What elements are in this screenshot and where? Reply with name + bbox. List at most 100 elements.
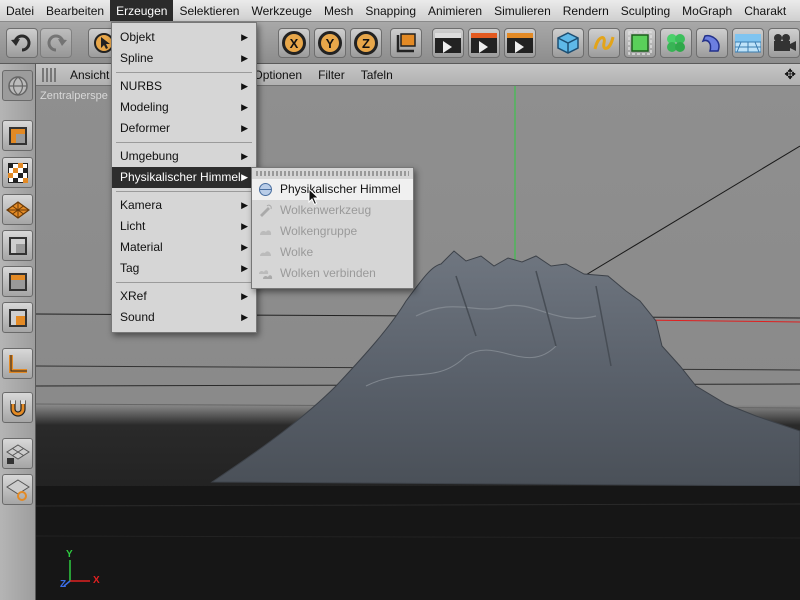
menu-selektieren[interactable]: Selektieren bbox=[173, 0, 245, 21]
menu-separator bbox=[116, 72, 252, 73]
menu-item-tag[interactable]: Tag ▶ bbox=[112, 258, 256, 279]
gizmo-y-label: Y bbox=[66, 549, 73, 560]
make-editable-button[interactable] bbox=[2, 70, 33, 101]
workplane-grid-icon bbox=[5, 200, 30, 219]
menu-werkzeuge[interactable]: Werkzeuge bbox=[245, 0, 317, 21]
menu-item-sound[interactable]: Sound ▶ bbox=[112, 307, 256, 328]
menu-item-modeling[interactable]: Modeling ▶ bbox=[112, 97, 256, 118]
coordinate-system-icon bbox=[396, 33, 416, 53]
submenu-arrow-icon: ▶ bbox=[241, 32, 248, 42]
cloud-tool-icon bbox=[260, 204, 272, 217]
workplane-mode-button[interactable] bbox=[2, 194, 33, 225]
menu-item-licht[interactable]: Licht ▶ bbox=[112, 216, 256, 237]
menu-erzeugen[interactable]: Erzeugen bbox=[110, 0, 174, 21]
submenu-item-wolkenwerkzeug[interactable]: Wolkenwerkzeug bbox=[252, 200, 413, 221]
y-axis-lock-button[interactable]: Y bbox=[314, 28, 346, 58]
menu-item-physikalischer-himmel[interactable]: Physikalischer Himmel ▶ bbox=[112, 167, 256, 188]
x-axis-icon: X bbox=[282, 31, 306, 55]
polygon-cube-icon bbox=[8, 308, 27, 327]
menu-item-material[interactable]: Material ▶ bbox=[112, 237, 256, 258]
menu-item-nurbs[interactable]: NURBS ▶ bbox=[112, 76, 256, 97]
axis-gizmo: Y X Z bbox=[60, 548, 110, 590]
snap-button[interactable] bbox=[2, 392, 33, 423]
menu-item-spline[interactable]: Spline ▶ bbox=[112, 48, 256, 69]
menu-item-umgebung[interactable]: Umgebung ▶ bbox=[112, 146, 256, 167]
submenu-arrow-icon: ▶ bbox=[241, 102, 248, 112]
view-menu-filter[interactable]: Filter bbox=[310, 68, 353, 82]
polygon-mode-button[interactable] bbox=[2, 302, 33, 333]
menu-item-objekt[interactable]: Objekt ▶ bbox=[112, 27, 256, 48]
subdivision-cube-icon bbox=[628, 31, 652, 55]
submenu-arrow-icon: ▶ bbox=[241, 151, 248, 161]
move-view-icon[interactable]: ✥ bbox=[784, 66, 796, 83]
floor-object-button[interactable] bbox=[732, 28, 764, 58]
submenu-item-wolken-verbinden[interactable]: Wolken verbinden bbox=[252, 263, 413, 284]
magnet-icon bbox=[9, 399, 26, 417]
clapper-icon bbox=[435, 33, 461, 53]
menu-item-xref[interactable]: XRef ▶ bbox=[112, 286, 256, 307]
redo-icon bbox=[47, 34, 67, 52]
nurbs-object-button[interactable] bbox=[624, 28, 656, 58]
menu-charakter[interactable]: Charakt bbox=[738, 0, 792, 21]
submenu-item-wolkengruppe[interactable]: Wolkengruppe bbox=[252, 221, 413, 242]
submenu-item-physikalischer-himmel[interactable]: Physikalischer Himmel bbox=[252, 179, 413, 200]
view-menu-tafeln[interactable]: Tafeln bbox=[353, 68, 401, 82]
view-menu-ansicht[interactable]: Ansicht bbox=[62, 68, 117, 82]
menu-rendern[interactable]: Rendern bbox=[557, 0, 615, 21]
submenu-arrow-icon: ▶ bbox=[241, 81, 248, 91]
workplane-rotate-button[interactable] bbox=[2, 474, 33, 505]
menu-mograph[interactable]: MoGraph bbox=[676, 0, 738, 21]
axis-mode-button[interactable] bbox=[2, 348, 33, 379]
x-axis-line bbox=[635, 319, 800, 323]
submenu-arrow-icon: ▶ bbox=[241, 200, 248, 210]
ground-plane bbox=[36, 486, 800, 600]
camera-object-button[interactable] bbox=[768, 28, 800, 58]
spline-object-button[interactable] bbox=[588, 28, 620, 58]
rotating-grid-icon bbox=[5, 478, 30, 501]
cloud-icon bbox=[260, 251, 271, 256]
texture-mode-button[interactable] bbox=[2, 157, 33, 188]
z-axis-lock-button[interactable]: Z bbox=[350, 28, 382, 58]
menu-datei[interactable]: Datei bbox=[0, 0, 40, 21]
render-view-button[interactable] bbox=[432, 28, 464, 58]
menu-bearbeiten[interactable]: Bearbeiten bbox=[40, 0, 110, 21]
erzeugen-dropdown: Objekt ▶ Spline ▶ NURBS ▶ Modeling ▶ Deforme… bbox=[111, 22, 257, 333]
lock-workplane-button[interactable] bbox=[2, 438, 33, 469]
undo-icon bbox=[11, 34, 31, 52]
mograph-cloner-button[interactable] bbox=[660, 28, 692, 58]
undo-button[interactable] bbox=[6, 28, 38, 58]
menu-item-deformer[interactable]: Deformer ▶ bbox=[112, 118, 256, 139]
menu-item-kamera[interactable]: Kamera ▶ bbox=[112, 195, 256, 216]
coordinate-system-button[interactable] bbox=[390, 28, 422, 58]
cube-object-button[interactable] bbox=[552, 28, 584, 58]
submenu-arrow-icon: ▶ bbox=[241, 53, 248, 63]
physikalischer-himmel-submenu: Physikalischer Himmel Wolkenwerkzeug Wol… bbox=[251, 167, 414, 289]
menu-sculpting[interactable]: Sculpting bbox=[615, 0, 676, 21]
edge-mode-button[interactable] bbox=[2, 266, 33, 297]
menu-animieren[interactable]: Animieren bbox=[422, 0, 488, 21]
z-axis-icon: Z bbox=[354, 31, 378, 55]
submenu-arrow-icon: ▶ bbox=[241, 242, 248, 252]
checker-icon bbox=[7, 162, 28, 183]
redo-button[interactable] bbox=[40, 28, 72, 58]
menu-simulieren[interactable]: Simulieren bbox=[488, 0, 557, 21]
render-region-button[interactable] bbox=[468, 28, 500, 58]
panel-grip-icon[interactable] bbox=[42, 67, 56, 82]
x-axis-lock-button[interactable]: X bbox=[278, 28, 310, 58]
model-mode-button[interactable] bbox=[2, 120, 33, 151]
sky-sphere-icon bbox=[259, 183, 272, 196]
menu-snapping[interactable]: Snapping bbox=[359, 0, 422, 21]
submenu-arrow-icon: ▶ bbox=[241, 291, 248, 301]
bend-deformer-icon bbox=[701, 34, 720, 52]
render-settings-button[interactable] bbox=[504, 28, 536, 58]
point-cube-icon bbox=[8, 236, 27, 255]
submenu-item-wolke[interactable]: Wolke bbox=[252, 242, 413, 263]
deformer-button[interactable] bbox=[696, 28, 728, 58]
camera-icon bbox=[774, 34, 796, 51]
gizmo-x-label: X bbox=[93, 575, 100, 586]
y-axis-icon: Y bbox=[318, 31, 342, 55]
mouse-cursor-icon bbox=[308, 188, 320, 206]
point-mode-button[interactable] bbox=[2, 230, 33, 261]
tear-off-grip[interactable] bbox=[256, 171, 409, 176]
menu-mesh[interactable]: Mesh bbox=[318, 0, 359, 21]
